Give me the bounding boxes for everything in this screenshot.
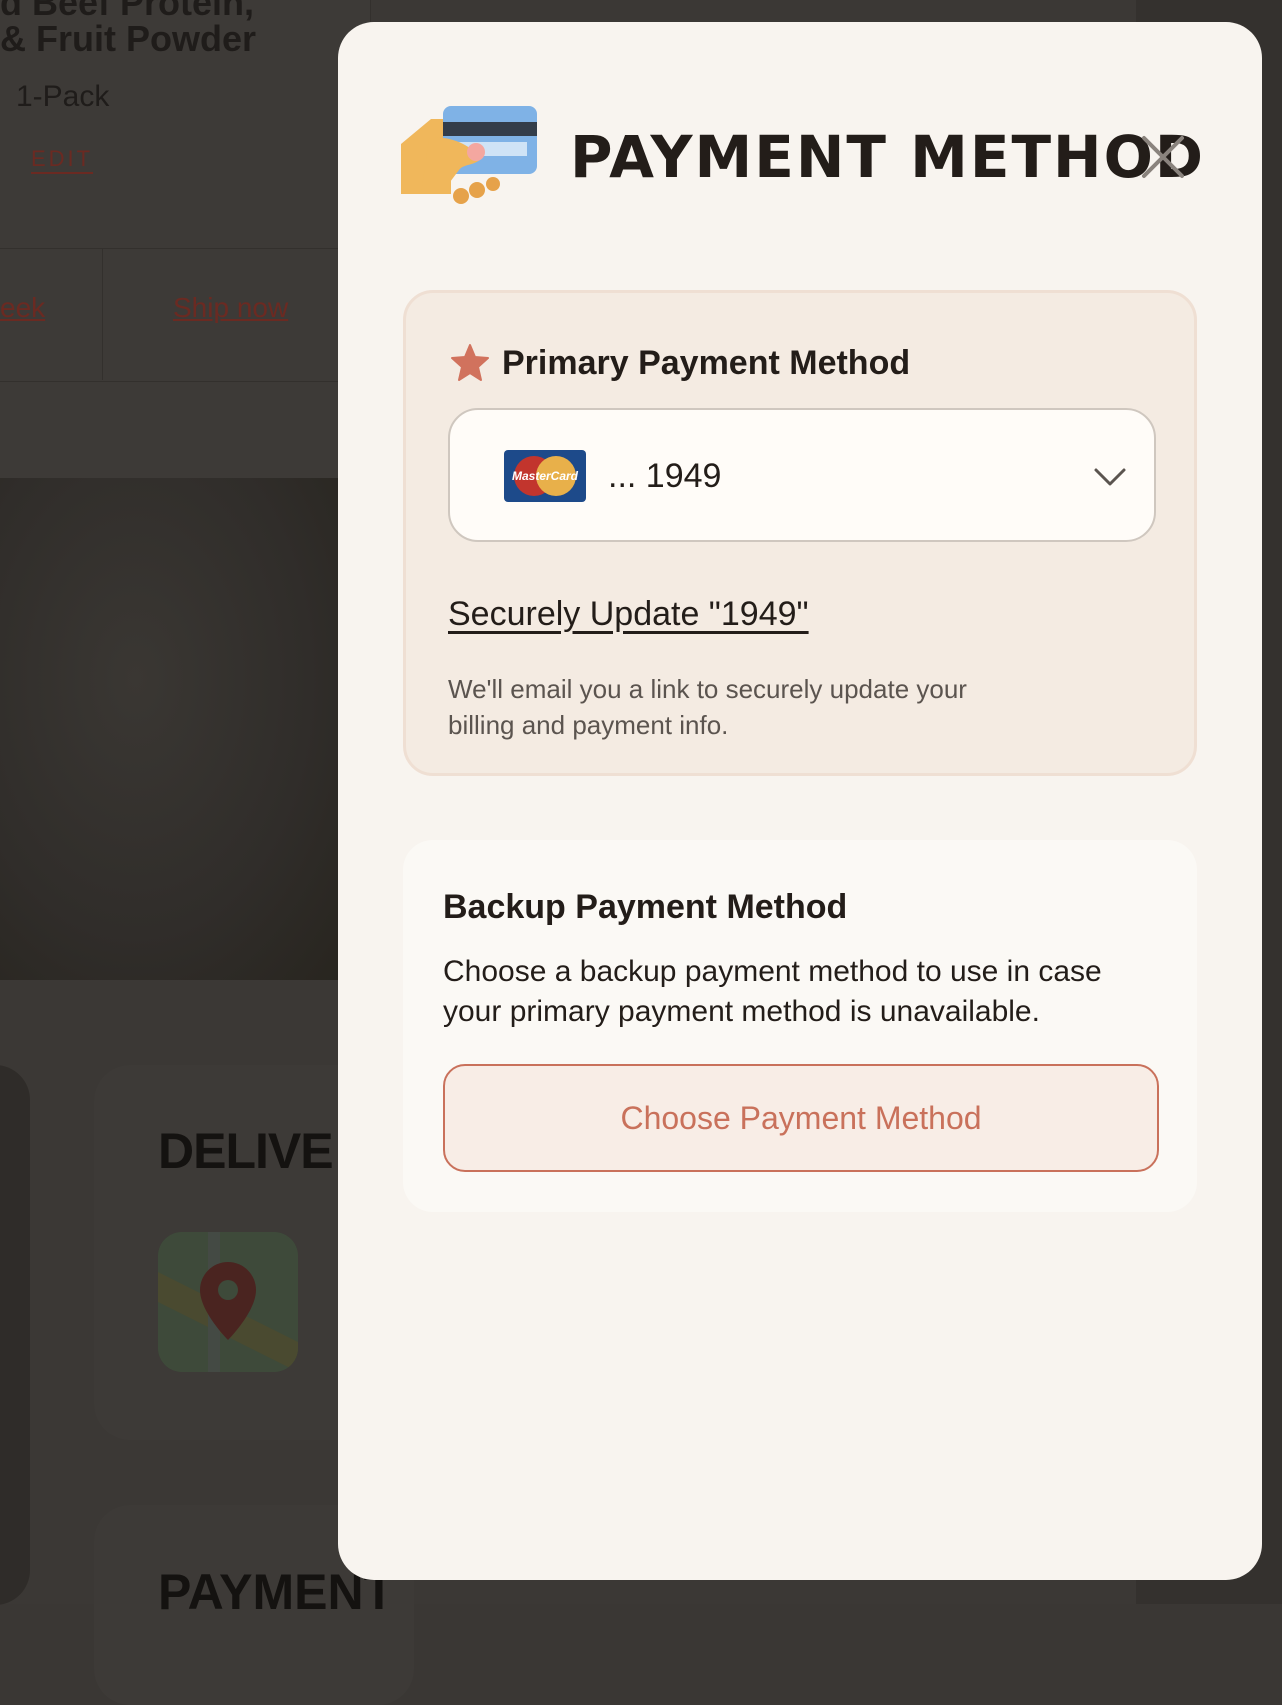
edit-link[interactable]: EDIT [31, 146, 94, 174]
primary-header: Primary Payment Method [450, 343, 910, 383]
ship-now-link[interactable]: Ship now [173, 292, 288, 324]
chevron-down-icon [1094, 468, 1126, 486]
modal-title: PAYMENT METHOD [570, 123, 1206, 191]
map-icon [158, 1232, 298, 1372]
securely-update-link[interactable]: Securely Update "1949" [448, 595, 809, 634]
primary-payment-section: Primary Payment Method MasterCard ... 19… [403, 290, 1197, 776]
primary-payment-label: Primary Payment Method [502, 343, 911, 382]
card-brand-text: MasterCard [512, 469, 579, 483]
skip-week-link[interactable]: eek [0, 292, 45, 324]
payment-method-modal: PAYMENT METHOD Primary Payment Method Ma… [338, 22, 1262, 1580]
backup-payment-label: Backup Payment Method [443, 888, 848, 926]
card-number: ... 1949 [608, 457, 722, 495]
product-title-line2: & Fruit Powder [0, 18, 257, 59]
hand-holding-card-icon [401, 104, 541, 204]
delivery-heading: DELIVE [158, 1123, 334, 1179]
tile [0, 1065, 30, 1605]
product-pack: 1-Pack [16, 80, 110, 113]
star-icon [451, 344, 489, 381]
product-photo [0, 478, 340, 980]
update-help-text: We'll email you a link to securely updat… [448, 674, 967, 740]
close-icon[interactable] [1136, 130, 1190, 184]
primary-payment-select[interactable]: MasterCard ... 1949 [448, 408, 1156, 542]
choose-payment-method-button[interactable]: Choose Payment Method [443, 1064, 1159, 1172]
backup-description: Choose a backup payment method to use in… [443, 955, 1102, 1028]
backup-payment-section: Backup Payment Method Choose a backup pa… [403, 840, 1197, 1212]
actions-divider [102, 248, 103, 380]
mastercard-icon: MasterCard [504, 450, 586, 502]
